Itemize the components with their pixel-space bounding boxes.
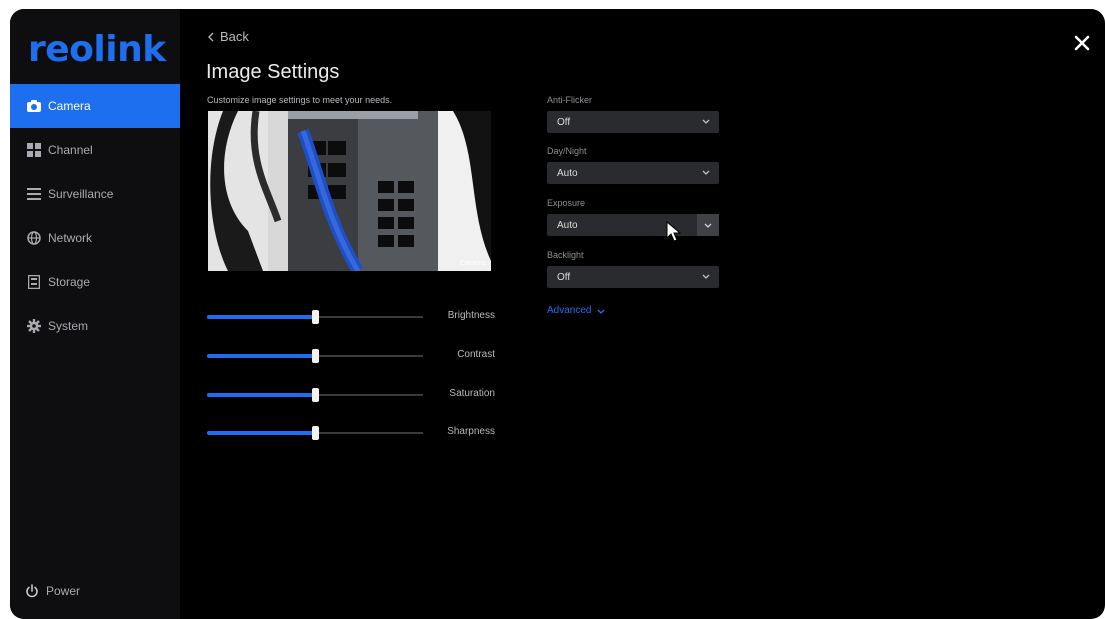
page-title: Image Settings	[206, 61, 340, 83]
chevron-left-icon	[208, 32, 214, 42]
contrast-slider[interactable]: Contrast	[207, 346, 495, 366]
page-subtitle: Customize image settings to meet your ne…	[207, 95, 393, 105]
sidebar-item-channel[interactable]: Channel	[10, 128, 180, 172]
exposure-value: Auto	[557, 219, 578, 231]
globe-icon	[26, 230, 42, 246]
sidebar-item-storage[interactable]: Storage	[10, 260, 180, 304]
exposure-select[interactable]: Auto	[547, 214, 719, 236]
brightness-label: Brightness	[447, 310, 495, 321]
settings-window: reolink Camera Channel Surveillance Netw…	[10, 9, 1105, 619]
preview-overlay-text: Camera	[460, 260, 485, 267]
close-icon	[1074, 35, 1090, 51]
camera-icon	[26, 98, 42, 114]
power-label: Power	[46, 584, 81, 598]
backlight-value: Off	[557, 271, 571, 283]
slider-fill	[207, 354, 315, 358]
advanced-label: Advanced	[547, 305, 592, 316]
anti-flicker-label: Anti-Flicker	[547, 95, 593, 105]
gear-icon	[26, 318, 42, 334]
sidebar-item-label: Surveillance	[48, 187, 114, 201]
chevron-down-icon	[701, 116, 711, 129]
power-icon	[24, 583, 40, 599]
brightness-slider[interactable]: Brightness	[207, 307, 495, 327]
grid-icon	[26, 142, 42, 158]
sidebar-item-camera[interactable]: Camera	[10, 84, 180, 128]
chevron-down-icon	[697, 214, 719, 236]
chevron-down-icon	[701, 271, 711, 284]
sidebar-item-label: Channel	[48, 143, 93, 157]
slider-thumb[interactable]	[312, 426, 319, 440]
saturation-slider[interactable]: Saturation	[207, 385, 495, 405]
slider-fill	[207, 315, 315, 319]
anti-flicker-select[interactable]: Off	[547, 111, 719, 133]
sidebar-item-network[interactable]: Network	[10, 216, 180, 260]
day-night-value: Auto	[557, 167, 578, 179]
camera-preview: Camera	[208, 111, 491, 271]
exposure-label: Exposure	[547, 198, 586, 208]
slider-thumb[interactable]	[312, 310, 319, 324]
reolink-logo: reolink	[28, 29, 166, 70]
sidebar-item-system[interactable]: System	[10, 304, 180, 348]
anti-flicker-value: Off	[557, 116, 571, 128]
backlight-label: Backlight	[547, 250, 584, 260]
contrast-label: Contrast	[457, 349, 495, 360]
list-icon	[26, 186, 42, 202]
sidebar: reolink Camera Channel Surveillance Netw…	[10, 9, 180, 619]
close-button[interactable]	[1072, 33, 1092, 53]
camera-preview-image	[208, 111, 491, 271]
slider-thumb[interactable]	[312, 388, 319, 402]
sharpness-slider[interactable]: Sharpness	[207, 423, 495, 443]
advanced-toggle[interactable]: Advanced	[547, 305, 605, 316]
back-label: Back	[220, 29, 249, 44]
saturation-label: Saturation	[449, 388, 495, 399]
sidebar-item-surveillance[interactable]: Surveillance	[10, 172, 180, 216]
day-night-label: Day/Night	[547, 146, 587, 156]
sharpness-label: Sharpness	[447, 426, 495, 437]
slider-fill	[207, 431, 315, 435]
sidebar-item-label: System	[48, 319, 89, 333]
power-button[interactable]: Power	[24, 583, 80, 599]
sidebar-item-label: Storage	[48, 275, 91, 289]
chevron-down-icon	[701, 167, 711, 180]
sidebar-item-label: Camera	[48, 99, 91, 113]
slider-thumb[interactable]	[312, 349, 319, 363]
sidebar-item-label: Network	[48, 231, 93, 245]
day-night-select[interactable]: Auto	[547, 162, 719, 184]
backlight-select[interactable]: Off	[547, 266, 719, 288]
back-link[interactable]: Back	[208, 29, 249, 44]
slider-fill	[207, 393, 315, 397]
chevron-down-icon	[597, 307, 605, 315]
mouse-cursor-icon	[666, 220, 682, 248]
storage-icon	[26, 274, 42, 290]
